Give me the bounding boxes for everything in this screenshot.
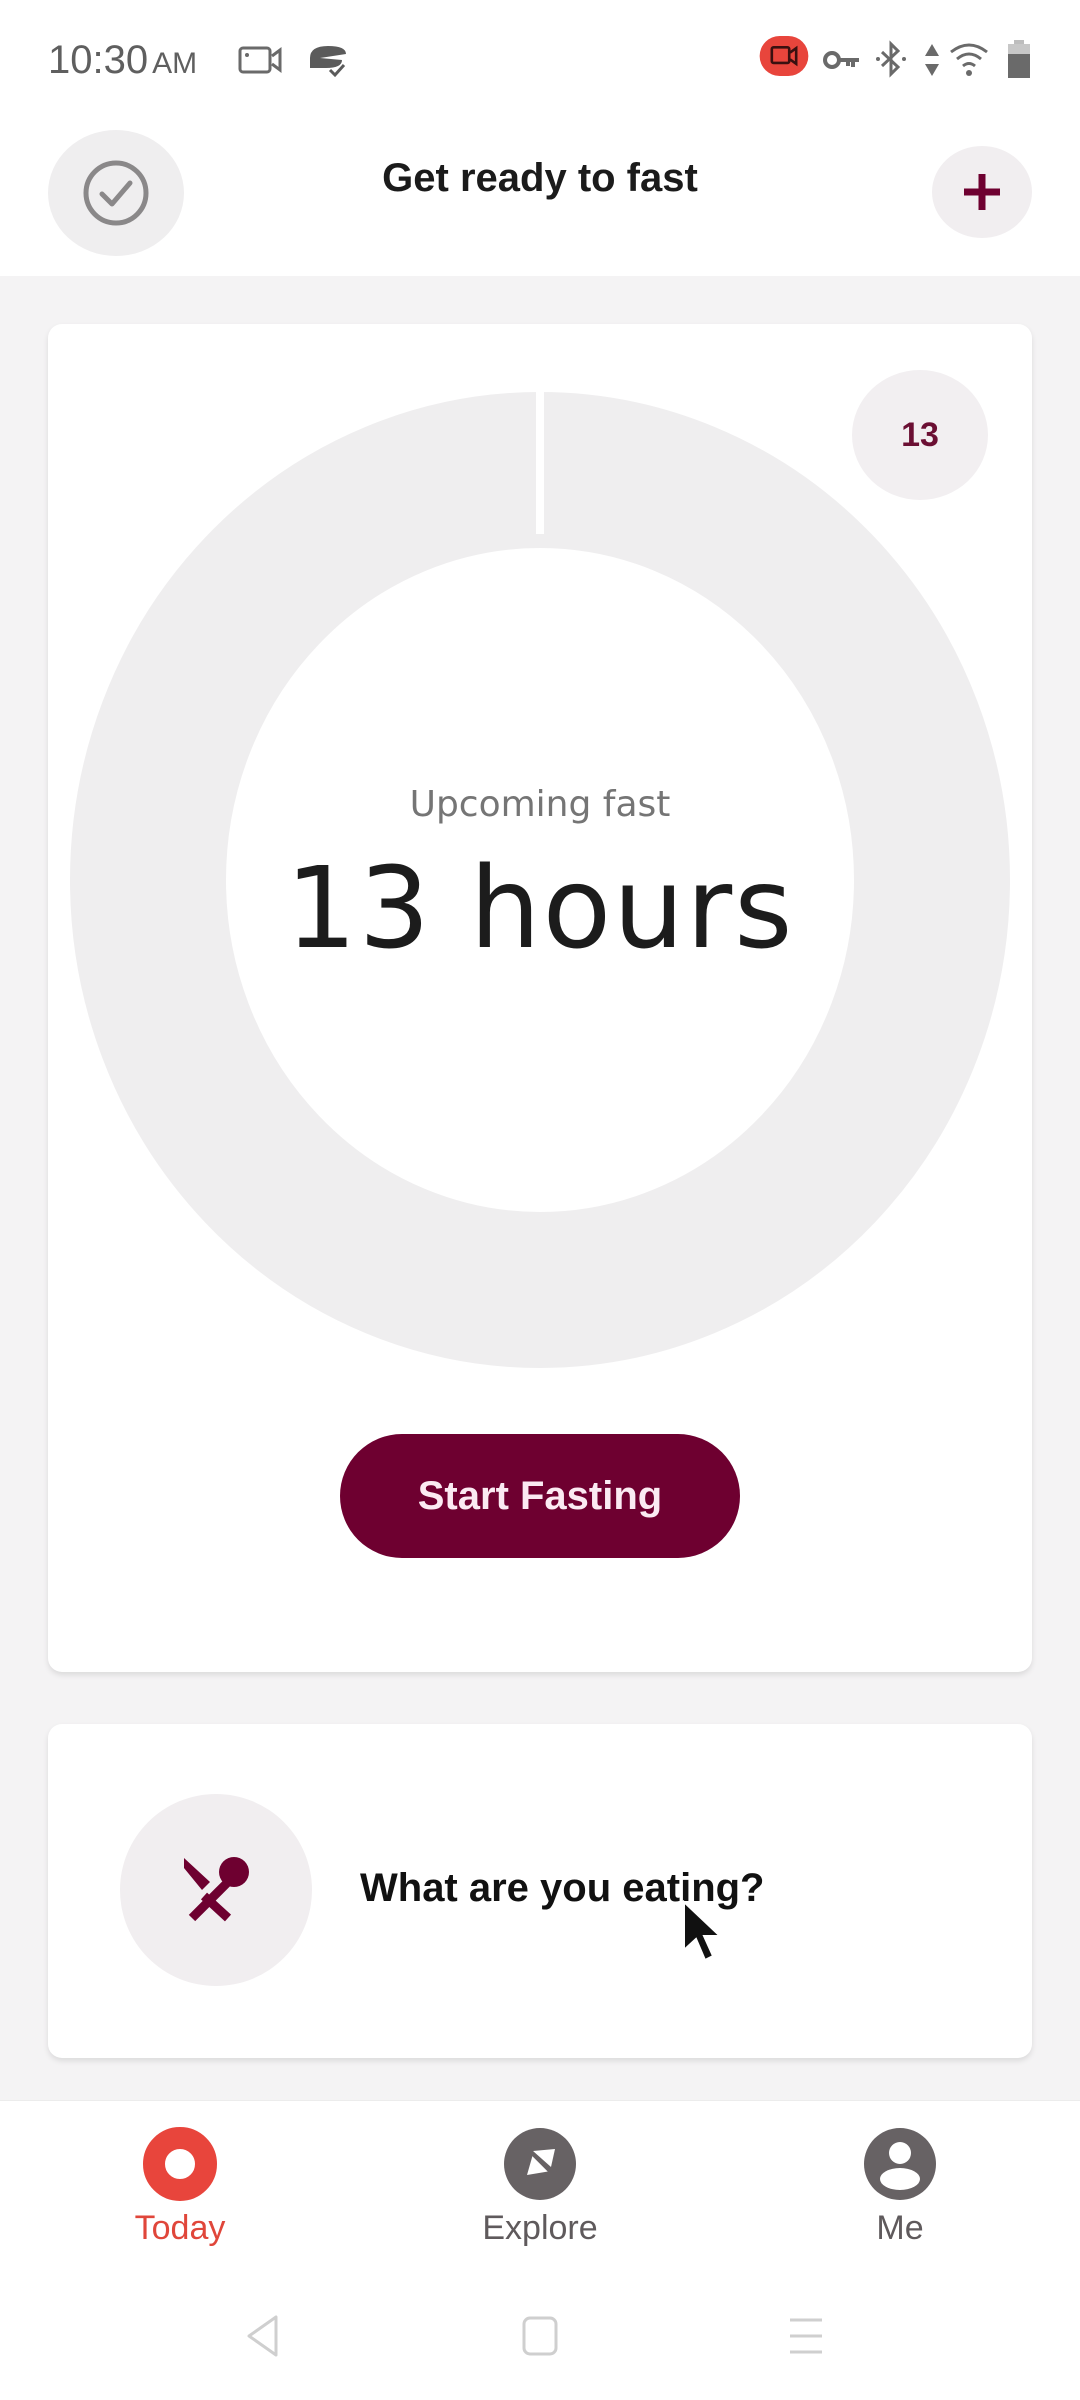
goal-badge-value: 13: [901, 415, 939, 454]
add-button[interactable]: [932, 146, 1032, 238]
recents-icon[interactable]: [786, 2314, 826, 2358]
battery-icon: [1008, 40, 1030, 78]
tab-me-label: Me: [876, 2209, 924, 2247]
upcoming-fast-label: Upcoming fast: [409, 784, 671, 825]
status-time: 10:30 AM: [48, 38, 197, 83]
tab-today-label: Today: [134, 2209, 226, 2247]
data-transfer-icon: [925, 44, 939, 76]
fast-duration: 13 hours: [285, 844, 795, 974]
eating-icon-circle: [120, 1794, 312, 1986]
compass-icon: [504, 2128, 576, 2200]
tab-me[interactable]: Me: [800, 2127, 1000, 2257]
back-icon[interactable]: [244, 2314, 284, 2358]
today-ring-icon: [143, 2127, 217, 2201]
mouse-cursor-icon: [683, 1900, 723, 1962]
system-navigation-bar: [0, 2270, 1080, 2400]
page-title: Get ready to fast: [382, 156, 698, 200]
wifi-icon: [950, 43, 988, 76]
status-bar: 10:30 AM: [0, 0, 1080, 120]
status-time-ampm: AM: [152, 47, 198, 80]
vpn-key-icon: [823, 51, 859, 69]
goal-badge[interactable]: 13: [852, 370, 988, 500]
start-fasting-button[interactable]: Start Fasting: [340, 1434, 740, 1558]
eating-card[interactable]: What are you eating?: [48, 1724, 1032, 2058]
bottom-navigation: Today Explore Me: [0, 2100, 1080, 2270]
tab-explore[interactable]: Explore: [440, 2127, 640, 2257]
home-icon[interactable]: [520, 2314, 560, 2358]
fast-card: 13 Upcoming fast 13 hours Start Fasting: [48, 324, 1032, 1672]
app-header: Get ready to fast: [0, 120, 1080, 276]
cutlery-icon: [184, 1857, 249, 1922]
vpn-lock-icon: [310, 46, 346, 78]
screen-record-icon: [238, 46, 282, 74]
bluetooth-icon: [876, 40, 906, 78]
tab-today[interactable]: Today: [80, 2127, 280, 2257]
plus-icon: [964, 174, 1000, 210]
tab-explore-label: Explore: [482, 2209, 598, 2247]
recording-indicator-icon: [759, 36, 809, 76]
profile-icon: [864, 2128, 936, 2200]
status-time-value: 10:30: [48, 38, 149, 82]
